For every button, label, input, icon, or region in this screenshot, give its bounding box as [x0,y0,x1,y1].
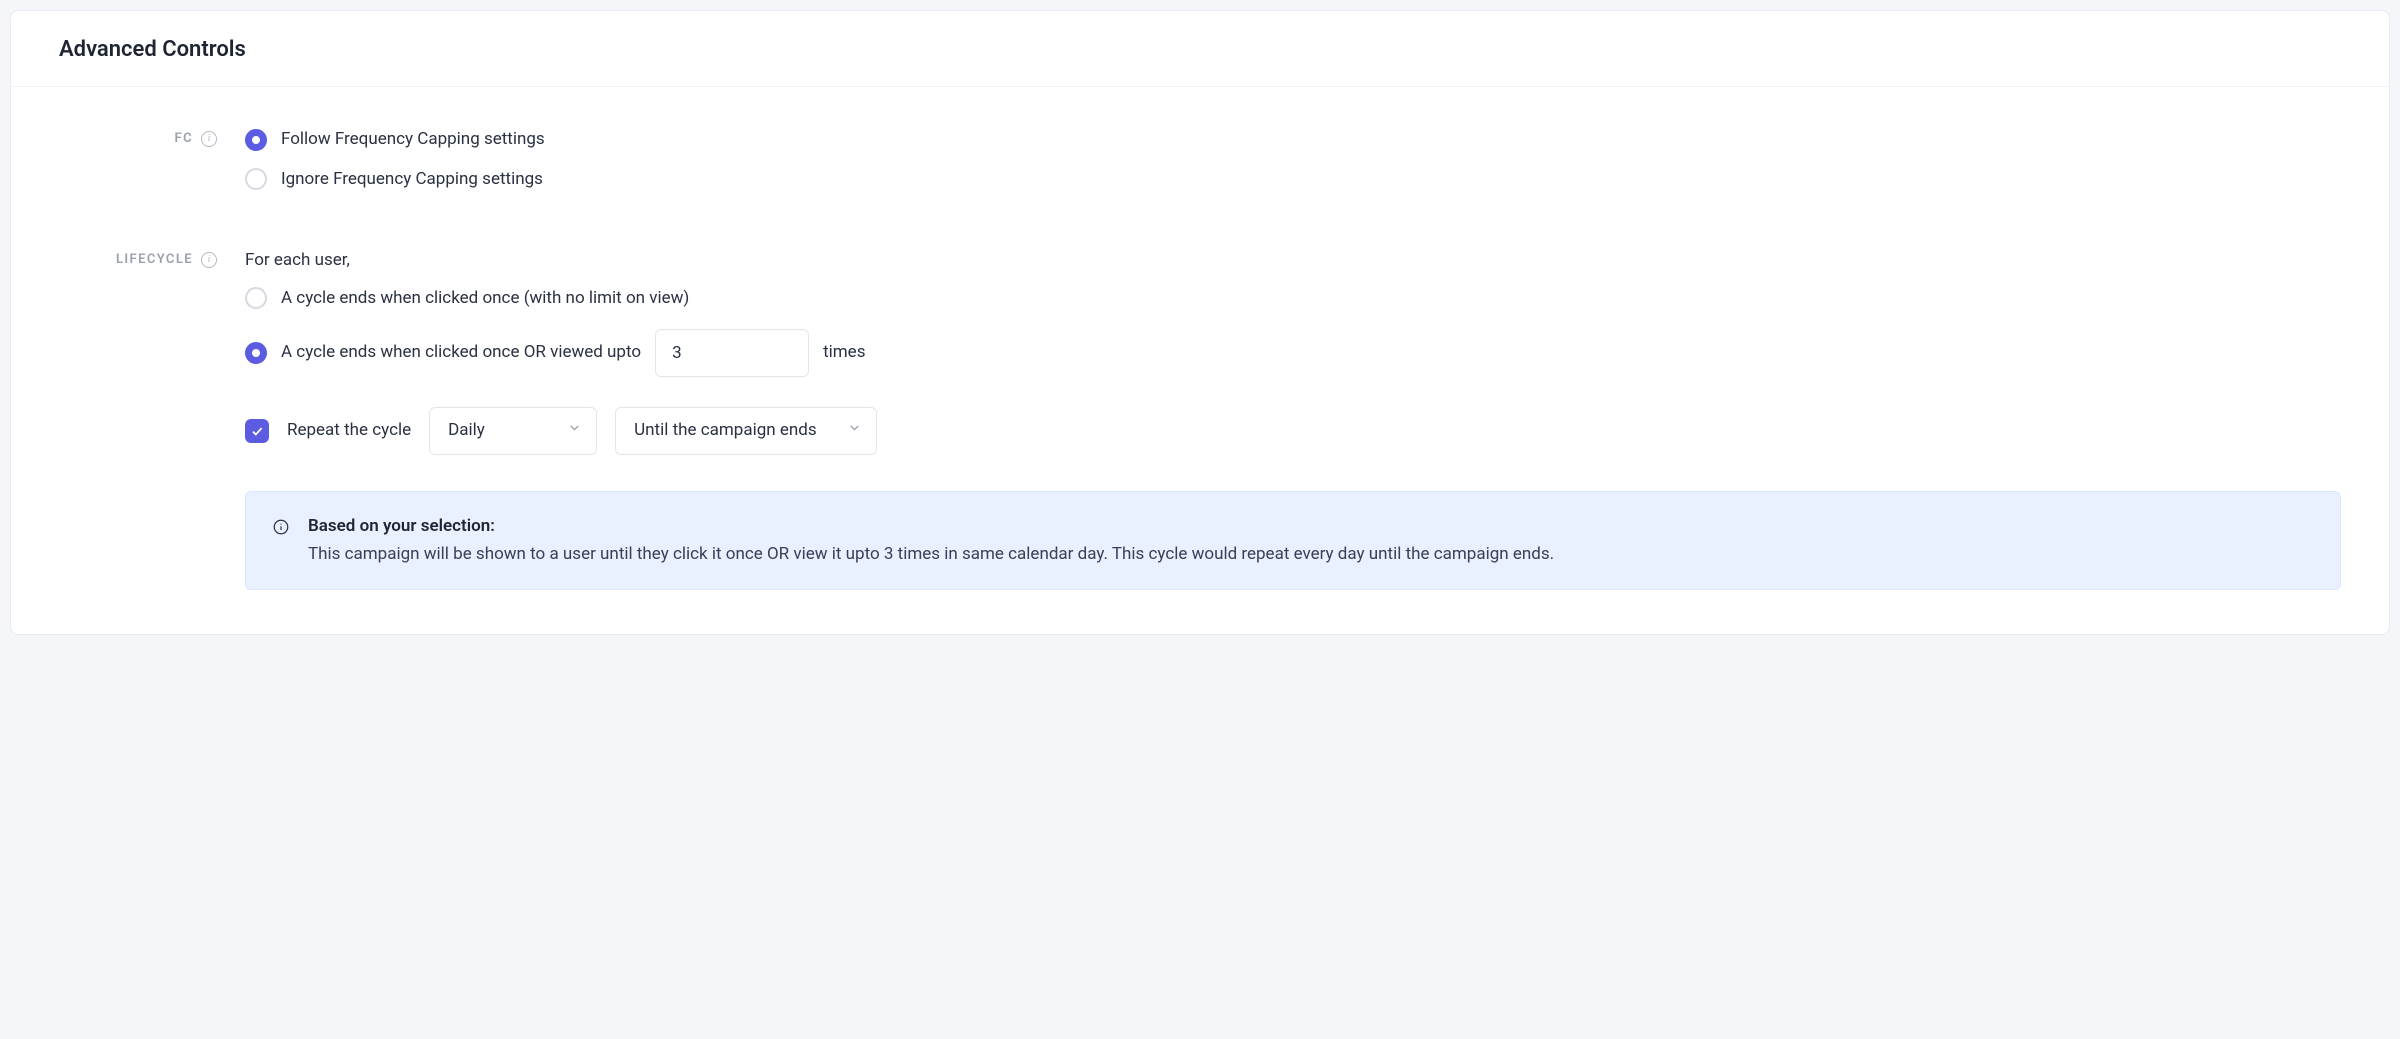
chevron-down-icon [847,418,862,444]
lifecycle-option-clickorview-suffix: times [823,340,865,366]
fc-option-follow-label: Follow Frequency Capping settings [281,127,545,153]
lifecycle-option-clickonce[interactable]: A cycle ends when clicked once (with no … [245,286,2341,312]
summary-body: Based on your selection: This campaign w… [308,514,1554,567]
repeat-label: Repeat the cycle [287,418,411,444]
lifecycle-content: For each user, A cycle ends when clicked… [245,248,2341,590]
fc-option-follow[interactable]: Follow Frequency Capping settings [245,127,2341,153]
info-icon[interactable]: i [201,252,217,268]
fc-label-col: FC i [59,127,245,149]
radio-icon[interactable] [245,342,267,364]
fc-option-ignore[interactable]: Ignore Frequency Capping settings [245,167,2341,193]
summary-title: Based on your selection: [308,514,1554,540]
card-body: FC i Follow Frequency Capping settings I… [11,87,2389,634]
fc-content: Follow Frequency Capping settings Ignore… [245,127,2341,192]
info-icon [272,518,290,545]
info-icon[interactable]: i [201,131,217,147]
lifecycle-label-col: LIFECYCLE i [59,248,245,270]
advanced-controls-card: Advanced Controls FC i Follow Frequency … [10,10,2390,635]
selection-summary-panel: Based on your selection: This campaign w… [245,491,2341,590]
radio-icon[interactable] [245,168,267,190]
view-count-input[interactable] [655,329,809,377]
lifecycle-label: LIFECYCLE [116,250,193,270]
lifecycle-lead: For each user, [245,248,2341,274]
check-icon [250,424,264,438]
repeat-until-select[interactable]: Until the campaign ends [615,407,877,455]
card-title: Advanced Controls [59,33,2341,66]
fc-option-ignore-label: Ignore Frequency Capping settings [281,167,543,193]
repeat-until-value: Until the campaign ends [634,418,817,444]
radio-icon[interactable] [245,287,267,309]
lifecycle-option-clickonce-label: A cycle ends when clicked once (with no … [281,286,689,312]
repeat-interval-value: Daily [448,418,485,444]
lifecycle-option-clickorview[interactable]: A cycle ends when clicked once OR viewed… [245,329,2341,377]
repeat-row: Repeat the cycle Daily Until the campaig… [245,407,2341,455]
card-header: Advanced Controls [11,11,2389,87]
fc-label: FC [175,129,193,149]
lifecycle-row: LIFECYCLE i For each user, A cycle ends … [59,248,2341,590]
lifecycle-option-clickorview-prefix: A cycle ends when clicked once OR viewed… [281,340,641,366]
repeat-interval-select[interactable]: Daily [429,407,597,455]
fc-row: FC i Follow Frequency Capping settings I… [59,127,2341,192]
summary-text: This campaign will be shown to a user un… [308,542,1554,568]
radio-icon[interactable] [245,129,267,151]
chevron-down-icon [567,418,582,444]
repeat-checkbox[interactable] [245,419,269,443]
